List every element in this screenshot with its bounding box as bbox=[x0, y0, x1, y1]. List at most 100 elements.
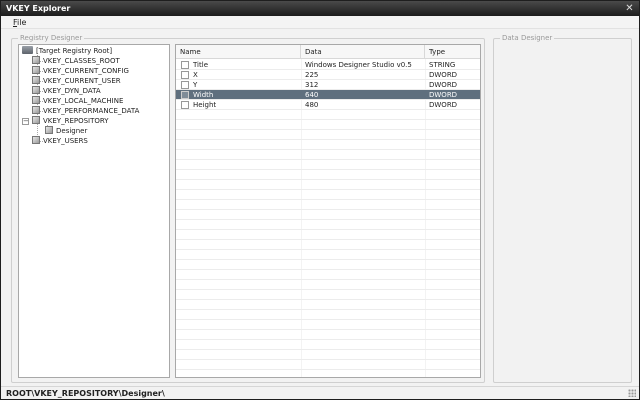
empty-row bbox=[176, 120, 480, 130]
registry-key-icon bbox=[32, 66, 40, 74]
cell-type: STRING bbox=[429, 61, 456, 69]
empty-row bbox=[176, 290, 480, 300]
cell-name: Width bbox=[193, 91, 214, 99]
tree-item-vkey-current-config[interactable]: VKEY_CURRENT_CONFIG bbox=[32, 66, 129, 76]
checkbox-icon[interactable] bbox=[181, 101, 189, 109]
empty-row bbox=[176, 190, 480, 200]
cell-data: 640 bbox=[305, 91, 319, 99]
cell-type: DWORD bbox=[429, 101, 458, 109]
tree-item-label: VKEY_LOCAL_MACHINE bbox=[43, 97, 124, 105]
menu-file-label: ile bbox=[17, 18, 27, 27]
empty-row bbox=[176, 250, 480, 260]
empty-row bbox=[176, 330, 480, 340]
checkbox-icon[interactable] bbox=[181, 81, 189, 89]
registry-designer-label: Registry Designer bbox=[18, 33, 85, 43]
tree-item-vkey-repository[interactable]: VKEY_REPOSITORY bbox=[32, 116, 109, 126]
tree-item-label: VKEY_CURRENT_CONFIG bbox=[43, 67, 129, 75]
table-row[interactable]: Y 312 DWORD bbox=[176, 80, 480, 90]
empty-row bbox=[176, 260, 480, 270]
tree-item-label: VKEY_REPOSITORY bbox=[43, 117, 109, 125]
empty-row bbox=[176, 310, 480, 320]
table-row[interactable]: Width 640 DWORD bbox=[176, 90, 480, 100]
column-header-name[interactable]: Name bbox=[176, 45, 301, 59]
table-row[interactable]: Height 480 DWORD bbox=[176, 100, 480, 110]
registry-key-icon bbox=[32, 116, 40, 124]
data-designer-label: Data Designer bbox=[500, 33, 555, 43]
empty-row bbox=[176, 200, 480, 210]
data-designer-group: Data Designer bbox=[493, 33, 632, 383]
close-icon[interactable]: ✕ bbox=[624, 3, 635, 14]
title-bar[interactable]: VKEY Explorer ✕ bbox=[1, 1, 639, 16]
cell-data: 225 bbox=[305, 71, 319, 79]
tree-item-label: VKEY_CLASSES_ROOT bbox=[43, 57, 120, 65]
tree-item-vkey-local-machine[interactable]: VKEY_LOCAL_MACHINE bbox=[32, 96, 123, 106]
window-title: VKEY Explorer bbox=[6, 4, 71, 13]
empty-row bbox=[176, 280, 480, 290]
registry-key-icon bbox=[32, 136, 40, 144]
main-window: VKEY Explorer ✕ File Registry Designer D… bbox=[0, 0, 640, 400]
tree-item-label: Designer bbox=[56, 127, 88, 135]
registry-key-icon bbox=[32, 96, 40, 104]
tree-item-label: VKEY_PERFORMANCE_DATA bbox=[43, 107, 140, 115]
empty-row bbox=[176, 270, 480, 280]
tree-item-vkey-current-user[interactable]: VKEY_CURRENT_USER bbox=[32, 76, 121, 86]
empty-row bbox=[176, 180, 480, 190]
tree-item-vkey-performance-data[interactable]: VKEY_PERFORMANCE_DATA bbox=[32, 106, 139, 116]
tree-root[interactable]: [Target Registry Root] bbox=[22, 46, 112, 56]
cell-data: 480 bbox=[305, 101, 319, 109]
resize-grip-icon[interactable] bbox=[628, 389, 636, 397]
tree-item-vkey-users[interactable]: VKEY_USERS bbox=[32, 136, 88, 146]
tree-item-label: VKEY_DYN_DATA bbox=[43, 87, 101, 95]
empty-row bbox=[176, 350, 480, 360]
registry-key-icon bbox=[45, 126, 53, 134]
empty-row bbox=[176, 370, 480, 377]
empty-row bbox=[176, 340, 480, 350]
empty-row bbox=[176, 150, 480, 160]
registry-key-icon bbox=[32, 106, 40, 114]
table-row[interactable]: X 225 DWORD bbox=[176, 70, 480, 80]
empty-row bbox=[176, 230, 480, 240]
cell-data: 312 bbox=[305, 81, 319, 89]
registry-key-icon bbox=[32, 56, 40, 64]
cell-name: Y bbox=[193, 81, 198, 89]
checkbox-icon[interactable] bbox=[181, 71, 189, 79]
tree-expander-vkey-repository[interactable]: − bbox=[22, 118, 29, 125]
empty-row bbox=[176, 140, 480, 150]
tree-item-label: VKEY_USERS bbox=[43, 137, 88, 145]
menu-bar: File bbox=[1, 16, 639, 29]
cell-name: Height bbox=[193, 101, 217, 109]
empty-row bbox=[176, 170, 480, 180]
registry-key-icon bbox=[32, 86, 40, 94]
cell-data: Windows Designer Studio v0.5 bbox=[305, 61, 412, 69]
tree-item-label: VKEY_CURRENT_USER bbox=[43, 77, 121, 85]
status-bar: ROOT\VKEY_REPOSITORY\Designer\ bbox=[1, 386, 639, 399]
empty-row bbox=[176, 160, 480, 170]
registry-key-icon bbox=[32, 76, 40, 84]
menu-file[interactable]: File bbox=[13, 18, 26, 27]
column-header-type[interactable]: Type bbox=[425, 45, 480, 59]
cell-name: Title bbox=[193, 61, 209, 69]
checkbox-icon[interactable] bbox=[181, 61, 189, 69]
checkbox-icon[interactable] bbox=[181, 91, 189, 99]
column-header-data[interactable]: Data bbox=[301, 45, 425, 59]
cell-type: DWORD bbox=[429, 91, 458, 99]
empty-row bbox=[176, 360, 480, 370]
cell-type: DWORD bbox=[429, 71, 458, 79]
registry-root-icon bbox=[22, 46, 33, 54]
tree-item-vkey-classes-root[interactable]: VKEY_CLASSES_ROOT bbox=[32, 56, 120, 66]
values-list[interactable]: Name Data Type Title Windows Designer Stu… bbox=[175, 44, 481, 378]
tree-item-designer[interactable]: Designer bbox=[45, 126, 87, 136]
empty-row bbox=[176, 320, 480, 330]
empty-row bbox=[176, 110, 480, 120]
empty-row bbox=[176, 300, 480, 310]
status-path: ROOT\VKEY_REPOSITORY\Designer\ bbox=[6, 389, 165, 398]
tree-item-vkey-dyn-data[interactable]: VKEY_DYN_DATA bbox=[32, 86, 101, 96]
empty-row bbox=[176, 210, 480, 220]
empty-row bbox=[176, 130, 480, 140]
cell-type: DWORD bbox=[429, 81, 458, 89]
empty-row bbox=[176, 220, 480, 230]
registry-tree[interactable]: [Target Registry Root] VKEY_CLASSES_ROOT… bbox=[18, 44, 170, 378]
empty-row bbox=[176, 240, 480, 250]
cell-name: X bbox=[193, 71, 198, 79]
table-row[interactable]: Title Windows Designer Studio v0.5 STRING bbox=[176, 60, 480, 70]
